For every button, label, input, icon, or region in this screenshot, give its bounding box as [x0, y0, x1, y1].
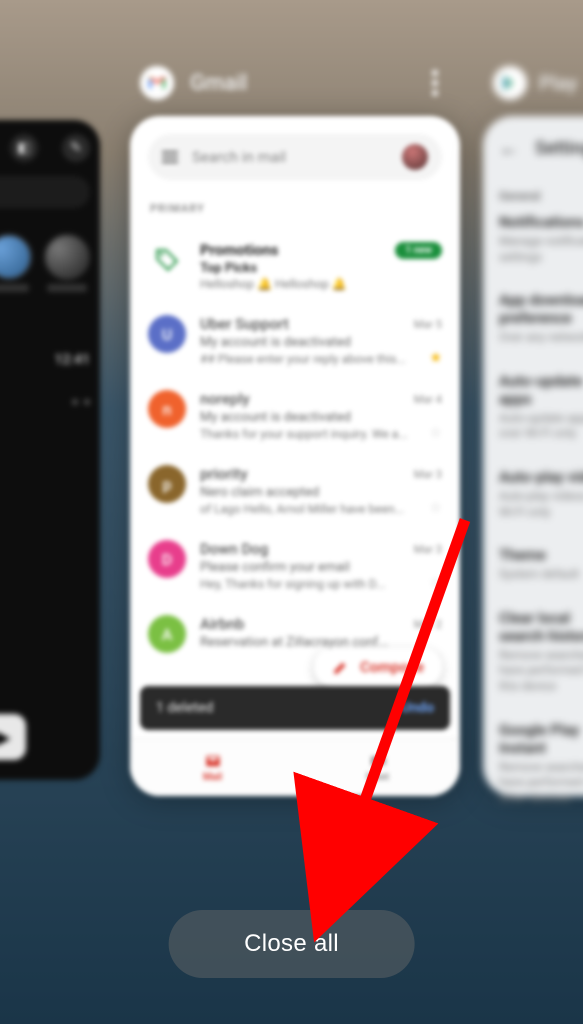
search-bar[interactable]: Search in mail: [148, 134, 442, 180]
video-icon: [367, 752, 389, 770]
snackbar-text: 1 deleted: [156, 700, 213, 716]
story-avatar: [44, 234, 90, 280]
mail-subject: Nero claim accepted: [200, 485, 442, 500]
mail-row[interactable]: U Uber Support Mar 5 My account is deact…: [148, 303, 442, 378]
app-shortcut-icon: ▶: [0, 714, 26, 760]
search-placeholder: Search in mail: [192, 148, 388, 166]
star-icon[interactable]: ☆: [429, 500, 442, 516]
mail-date: Mar 4: [414, 393, 442, 406]
setting-subtitle: System default: [499, 567, 583, 583]
inbox-section-label: PRIMARY: [150, 202, 442, 215]
setting-title: Google Play Instant: [499, 721, 583, 757]
nav-mail[interactable]: Mail: [130, 739, 295, 796]
setting-title: Clear local search history: [499, 609, 583, 645]
settings-row[interactable]: Clear local search history Remove search…: [499, 609, 583, 695]
recent-app-card-gmail[interactable]: Search in mail PRIMARY Promotions 1 new …: [130, 116, 460, 796]
setting-subtitle: Auto-update apps over Wi-Fi only: [499, 411, 583, 442]
setting-title: Auto-play videos: [499, 468, 583, 486]
sender-avatar: n: [148, 390, 186, 428]
star-icon[interactable]: ☆: [429, 575, 442, 591]
star-icon[interactable]: ★: [429, 350, 442, 366]
sender-avatar: A: [148, 615, 186, 653]
setting-subtitle: Over any network: [499, 330, 583, 346]
pencil-icon: [332, 658, 350, 676]
mail-snippet: Thanks for your support inquiry. We a...: [200, 427, 408, 441]
compose-button[interactable]: Compose: [314, 648, 442, 686]
mail-subject: My account is deactivated: [200, 335, 442, 350]
mail-snippet: of Lago Hello, Arnol Miller have been...: [200, 502, 404, 516]
mail-row[interactable]: D Down Dog Mar 3 Please confirm your ema…: [148, 528, 442, 603]
snackbar-undo[interactable]: Undo: [401, 700, 434, 716]
recent-app-header-gmail: Gmail: [140, 66, 450, 100]
mail-date: Mar 3: [414, 543, 442, 556]
recent-app-header-play: Play: [493, 66, 583, 100]
mail-icon: [202, 752, 224, 770]
mail-row[interactable]: p priority Mar 3 Nero claim accepted of …: [148, 453, 442, 528]
settings-row[interactable]: Auto-update apps Auto-update apps over W…: [499, 372, 583, 442]
tag-icon: [148, 241, 186, 279]
back-arrow-icon[interactable]: ←: [499, 136, 519, 161]
setting-title: App download preference: [499, 291, 583, 327]
setting-title: Notifications: [499, 213, 583, 231]
setting-subtitle: Remove searches you have performed with …: [499, 760, 583, 807]
mail-subject: Please confirm your email: [200, 560, 442, 575]
app-title: Play: [539, 71, 577, 95]
sender-avatar: U: [148, 315, 186, 353]
gmail-logo-icon: [140, 66, 174, 100]
setting-title: Auto-update apps: [499, 372, 583, 408]
hamburger-icon: [162, 151, 178, 163]
settings-row[interactable]: Notifications Manage notification settin…: [499, 213, 583, 265]
story-avatar: [0, 234, 32, 280]
recent-app-card-settings[interactable]: ← Settings General Notifications Manage …: [483, 116, 583, 796]
promotions-snippet: Helloshop 🔔 Helloshop 🔔: [200, 277, 442, 291]
star-icon[interactable]: ☆: [429, 425, 442, 441]
mail-snippet: Hey, Thanks for signing up with D...: [200, 577, 386, 591]
setting-subtitle: Auto-play videos over Wi-Fi only: [499, 489, 583, 520]
sender-avatar: D: [148, 540, 186, 578]
camera-icon: ◧: [10, 134, 38, 162]
mail-subject: My account is deactivated: [200, 410, 442, 425]
mail-sender: Down Dog: [200, 540, 268, 558]
mail-snippet: ## Please enter your reply above this...: [200, 352, 406, 366]
promotions-badge: 1 new: [395, 242, 442, 259]
promotions-title: Promotions: [200, 241, 279, 259]
app-title: Gmail: [190, 71, 247, 96]
mail-sender: Uber Support: [200, 315, 289, 333]
mail-date: Mar 5: [414, 318, 442, 331]
settings-row[interactable]: Auto-play videos Auto-play videos over W…: [499, 468, 583, 520]
mail-date: Mar 2: [414, 618, 442, 631]
promotions-subject: Top Picks: [200, 261, 442, 276]
mail-sender: priority: [200, 465, 248, 483]
setting-subtitle: Remove searches you have performed from …: [499, 648, 583, 695]
setting-subtitle: Manage notification settings: [499, 234, 583, 265]
snackbar: 1 deleted Undo: [140, 686, 450, 730]
settings-row[interactable]: Google Play Instant Remove searches you …: [499, 721, 583, 807]
mail-date: Mar 3: [414, 468, 442, 481]
mail-row[interactable]: n noreply Mar 4 My account is deactivate…: [148, 378, 442, 453]
nav-meet[interactable]: Meet: [295, 739, 460, 796]
account-avatar[interactable]: [402, 144, 428, 170]
play-store-icon: [493, 66, 527, 100]
settings-row[interactable]: App download preference Over any network: [499, 291, 583, 346]
mail-sender: Airbnb: [200, 615, 244, 633]
close-all-button[interactable]: Close all: [168, 910, 415, 978]
search-bar-dark: [0, 176, 90, 208]
edit-icon: ✎: [62, 134, 90, 162]
time-text: 12:41: [0, 352, 90, 368]
kebab-menu-icon[interactable]: [430, 70, 440, 96]
sender-avatar: p: [148, 465, 186, 503]
settings-row[interactable]: Theme System default: [499, 546, 583, 583]
promotions-row[interactable]: Promotions 1 new Top Picks Helloshop 🔔 H…: [148, 229, 442, 303]
recent-app-card-left[interactable]: ◧ ✎ 12:41 ▶: [0, 120, 100, 780]
settings-section: General: [499, 189, 583, 203]
settings-title: Settings: [535, 138, 583, 159]
mail-sender: noreply: [200, 390, 250, 408]
setting-title: Theme: [499, 546, 583, 564]
bottom-nav: Mail Meet: [130, 738, 460, 796]
